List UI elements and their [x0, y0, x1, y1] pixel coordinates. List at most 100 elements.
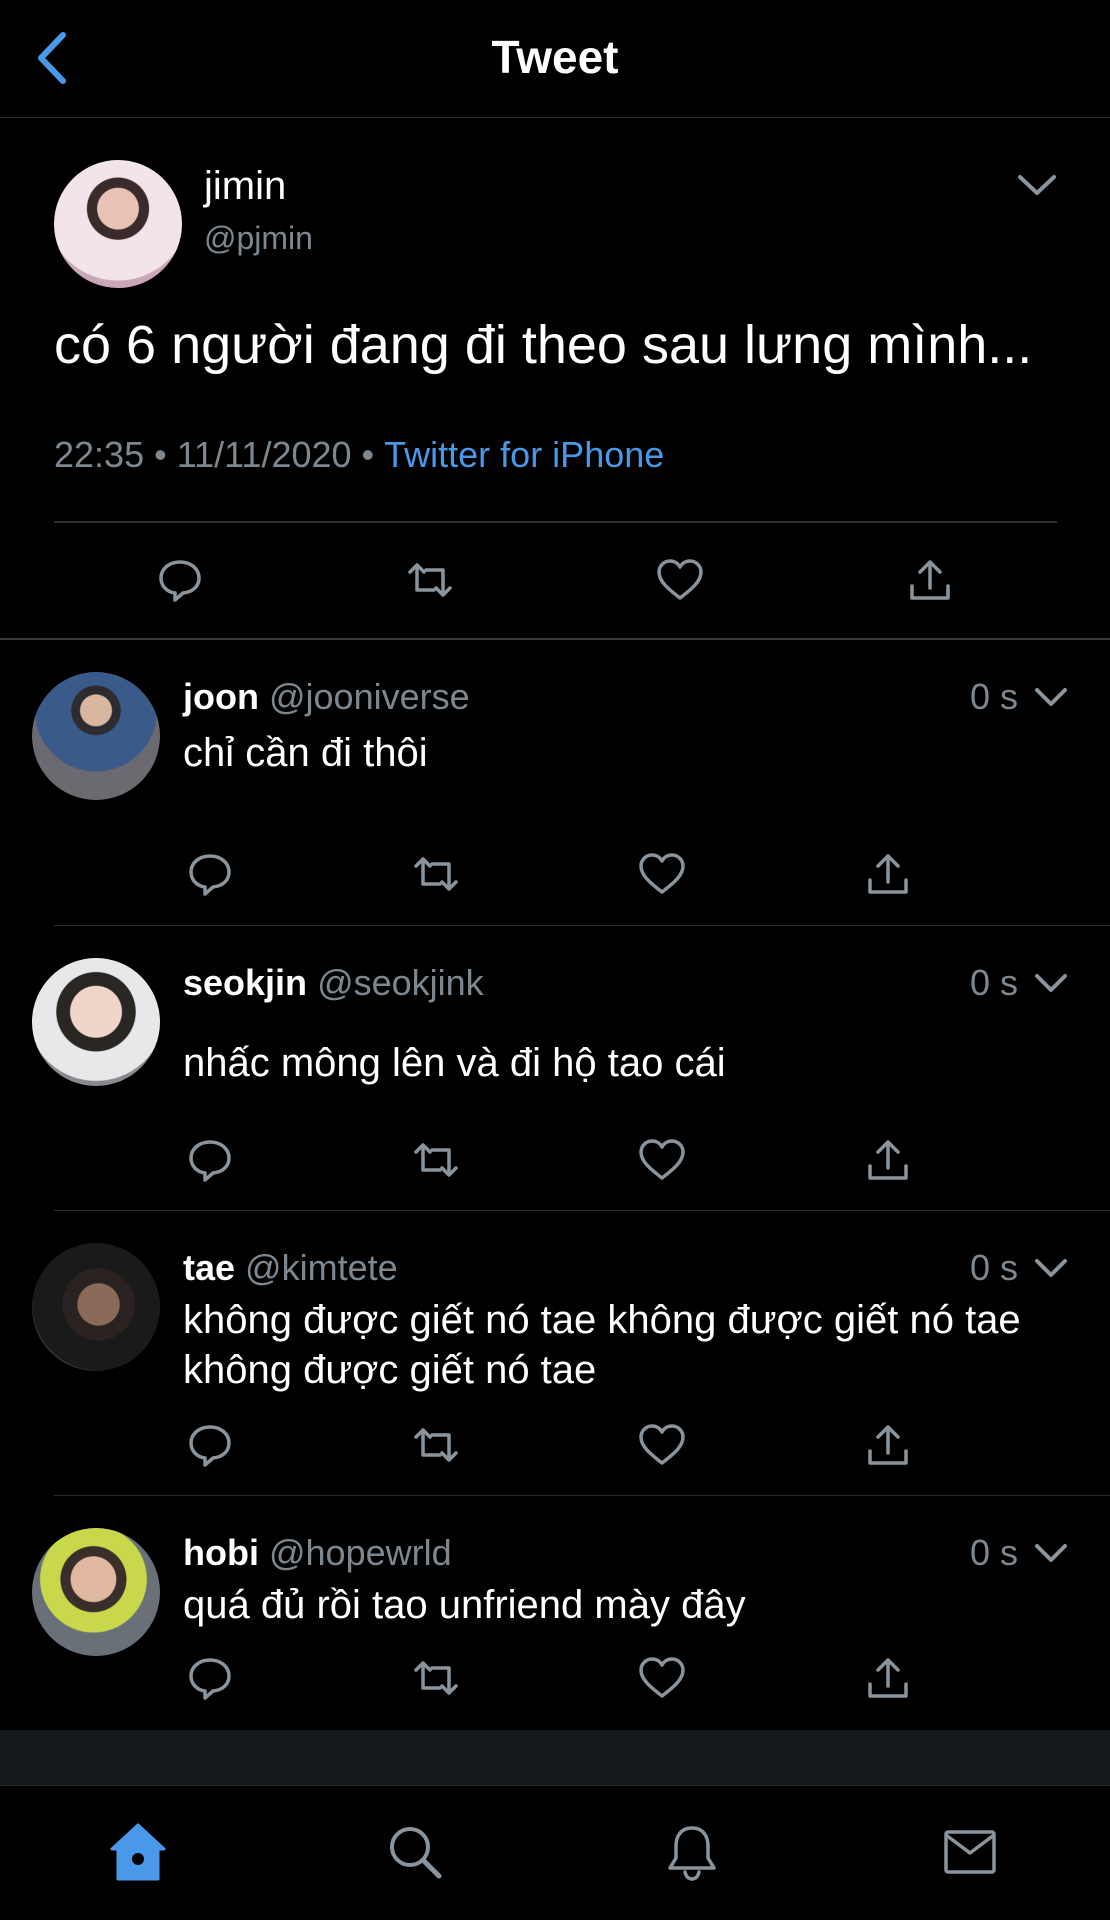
reply-button[interactable] — [150, 550, 210, 610]
tweet-options-button[interactable] — [1030, 1247, 1072, 1289]
notifications-icon — [664, 1822, 720, 1882]
tweet-date: 11/11/2020 — [176, 434, 352, 475]
divider — [54, 521, 1057, 523]
chevron-down-icon — [1012, 160, 1062, 210]
author-name[interactable]: joon — [183, 676, 259, 717]
reply-icon — [186, 1654, 234, 1702]
like-icon — [637, 1655, 687, 1701]
like-button[interactable] — [634, 1650, 690, 1706]
avatar[interactable] — [32, 958, 160, 1086]
author-handle[interactable]: @hopewrld — [269, 1532, 452, 1573]
reply-header: joon @jooniverse — [183, 676, 470, 718]
like-button[interactable] — [634, 1132, 690, 1188]
avatar[interactable] — [32, 672, 160, 800]
share-icon — [865, 1421, 911, 1469]
top-bar: Tweet — [0, 0, 1110, 118]
tweet-options-button[interactable] — [1030, 676, 1072, 718]
author-name[interactable]: jimin — [204, 164, 286, 209]
reply-icon — [186, 1136, 234, 1184]
reply-header: hobi @hopewrld — [183, 1532, 452, 1574]
reply-actions — [0, 1417, 1110, 1473]
reply-button[interactable] — [182, 1417, 238, 1473]
retweet-icon — [410, 1136, 462, 1184]
author-handle[interactable]: @kimtete — [245, 1247, 398, 1288]
reply-time: 0 s — [970, 676, 1019, 717]
reply-icon — [156, 556, 204, 604]
reply-time: 0 s — [970, 962, 1019, 1003]
like-icon — [637, 851, 687, 897]
tweet-meta: 22:35 • 11/11/2020 • Twitter for iPhone — [54, 434, 664, 476]
tweet-source-link[interactable]: Twitter for iPhone — [384, 434, 664, 475]
chevron-down-icon — [1030, 676, 1072, 718]
reply-header: seokjin @seokjink — [183, 962, 484, 1004]
author-name[interactable]: tae — [183, 1247, 235, 1288]
author-name[interactable]: seokjin — [183, 962, 307, 1003]
share-button[interactable] — [860, 1417, 916, 1473]
bottom-tab-bar — [0, 1785, 1110, 1920]
retweet-icon — [404, 556, 456, 604]
reply-tweet[interactable]: joon @jooniverse 0 s chỉ cần đi thôi — [0, 640, 1110, 926]
tab-home[interactable] — [98, 1812, 178, 1892]
retweet-button[interactable] — [400, 550, 460, 610]
tweet-options-button[interactable] — [1030, 1532, 1072, 1574]
author-name[interactable]: hobi — [183, 1532, 259, 1573]
like-icon — [637, 1137, 687, 1183]
tab-messages[interactable] — [930, 1812, 1010, 1892]
reply-tweet[interactable]: tae @kimtete 0 s không được giết nó tae k… — [0, 1211, 1110, 1496]
chevron-down-icon — [1030, 962, 1072, 1004]
tab-notifications[interactable] — [652, 1812, 732, 1892]
reply-button[interactable] — [182, 846, 238, 902]
reply-composer-area — [0, 1730, 1110, 1785]
reply-icon — [186, 1421, 234, 1469]
author-handle[interactable]: @jooniverse — [269, 676, 470, 717]
reply-actions — [0, 1650, 1110, 1706]
reply-time: 0 s — [970, 1532, 1019, 1573]
like-button[interactable] — [634, 1417, 690, 1473]
like-button[interactable] — [650, 550, 710, 610]
reply-button[interactable] — [182, 1650, 238, 1706]
page-title: Tweet — [491, 31, 619, 83]
main-tweet: jimin @pjmin có 6 người đang đi theo sau… — [0, 118, 1110, 640]
reply-text: nhấc mông lên và đi hộ tao cái — [183, 1041, 726, 1085]
author-handle[interactable]: @seokjink — [317, 962, 484, 1003]
tweet-options-button[interactable] — [1012, 160, 1062, 210]
reply-icon — [186, 850, 234, 898]
avatar[interactable] — [32, 1243, 160, 1371]
share-button[interactable] — [860, 1650, 916, 1706]
retweet-button[interactable] — [408, 1650, 464, 1706]
retweet-button[interactable] — [408, 1132, 464, 1188]
reply-tweet[interactable]: hobi @hopewrld 0 s quá đủ rồi tao unfrien… — [0, 1496, 1110, 1730]
retweet-icon — [410, 1654, 462, 1702]
reply-actions — [0, 1132, 1110, 1188]
share-button[interactable] — [860, 846, 916, 902]
search-icon — [385, 1822, 445, 1882]
like-icon — [637, 1422, 687, 1468]
reply-actions — [0, 846, 1110, 902]
reply-tweet[interactable]: seokjin @seokjink 0 s nhấc mông lên và đi… — [0, 926, 1110, 1211]
avatar[interactable] — [54, 160, 182, 288]
like-button[interactable] — [634, 846, 690, 902]
author-handle[interactable]: @pjmin — [204, 220, 313, 257]
reply-button[interactable] — [182, 1132, 238, 1188]
tweet-time: 22:35 — [54, 434, 145, 475]
messages-icon — [941, 1827, 999, 1877]
avatar[interactable] — [32, 1528, 160, 1656]
share-icon — [865, 1136, 911, 1184]
tweet-actions — [0, 550, 1110, 610]
tweet-text: có 6 người đang đi theo sau lưng mình... — [54, 315, 1033, 375]
tweet-detail-screen: Tweet jimin @pjmin có 6 người đang đi th… — [0, 0, 1110, 1920]
share-button[interactable] — [900, 550, 960, 610]
chevron-down-icon — [1030, 1532, 1072, 1574]
tweet-options-button[interactable] — [1030, 962, 1072, 1004]
home-icon — [108, 1821, 168, 1883]
meta-separator: • — [361, 434, 375, 475]
meta-separator: • — [154, 434, 167, 475]
chevron-down-icon — [1030, 1247, 1072, 1289]
tab-search[interactable] — [375, 1812, 455, 1892]
reply-text: không được giết nó tae không được giết n… — [183, 1298, 1021, 1392]
share-icon — [865, 1654, 911, 1702]
share-button[interactable] — [860, 1132, 916, 1188]
retweet-button[interactable] — [408, 846, 464, 902]
retweet-button[interactable] — [408, 1417, 464, 1473]
reply-text: quá đủ rồi tao unfriend mày đây — [183, 1583, 746, 1627]
